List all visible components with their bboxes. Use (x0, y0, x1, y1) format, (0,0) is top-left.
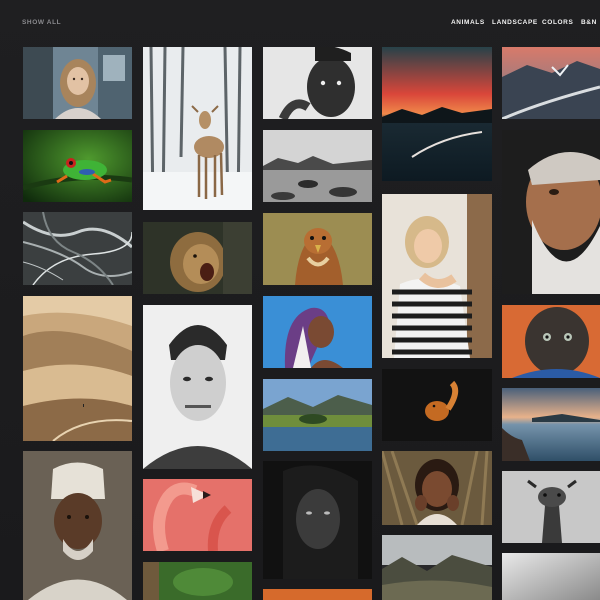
photo-flamingo[interactable] (143, 479, 252, 551)
photo-woman-hands-face[interactable] (382, 451, 492, 525)
photo-boy-bw[interactable] (263, 47, 372, 119)
photo-mountain-valley[interactable] (382, 535, 492, 600)
photo-lake-landscape[interactable] (263, 379, 372, 451)
photo-boy-blue-eyes[interactable] (502, 305, 600, 378)
filter-animals[interactable]: ANIMALS (451, 18, 485, 28)
photo-rocky-coast-bw[interactable] (263, 130, 372, 202)
portfolio-page: SHOW ALL ANIMALS LANDSCAPE COLORS B&N (0, 0, 600, 600)
photo-tree-frog[interactable] (23, 130, 132, 202)
photo-giraffe-bw[interactable] (502, 471, 600, 543)
photo-man-portrait-bw[interactable] (143, 305, 252, 469)
photo-grey-sky[interactable] (502, 553, 600, 600)
photo-girl-in-car[interactable] (23, 47, 132, 119)
photo-desert-dunes[interactable] (23, 296, 132, 441)
filter-show-all[interactable]: SHOW ALL (22, 18, 61, 28)
photo-girl-striped-top[interactable] (382, 194, 492, 358)
photo-mountain-road[interactable] (502, 47, 600, 119)
photo-man-with-turban[interactable] (23, 451, 132, 600)
filter-bn[interactable]: B&N (581, 18, 597, 28)
filter-colors[interactable]: COLORS (542, 18, 573, 28)
photo-aerial-river[interactable] (23, 212, 132, 285)
photo-orange-partial[interactable] (263, 589, 372, 600)
photo-sunset-seascape[interactable] (382, 47, 492, 181)
photo-deer-in-snow[interactable] (143, 47, 252, 210)
photo-woman-portrait-dark[interactable] (263, 461, 372, 579)
filter-bar: SHOW ALL ANIMALS LANDSCAPE COLORS B&N (0, 0, 600, 44)
photo-lion-roaring[interactable] (143, 222, 252, 294)
photo-hawk[interactable] (263, 213, 372, 285)
photo-coastline[interactable] (502, 388, 600, 461)
photo-green-foliage[interactable] (143, 562, 252, 600)
photo-woman-headscarf[interactable] (263, 296, 372, 368)
photo-squirrel[interactable] (382, 369, 492, 441)
photo-old-man-beard[interactable] (502, 130, 600, 294)
filter-landscape[interactable]: LANDSCAPE (492, 18, 538, 28)
